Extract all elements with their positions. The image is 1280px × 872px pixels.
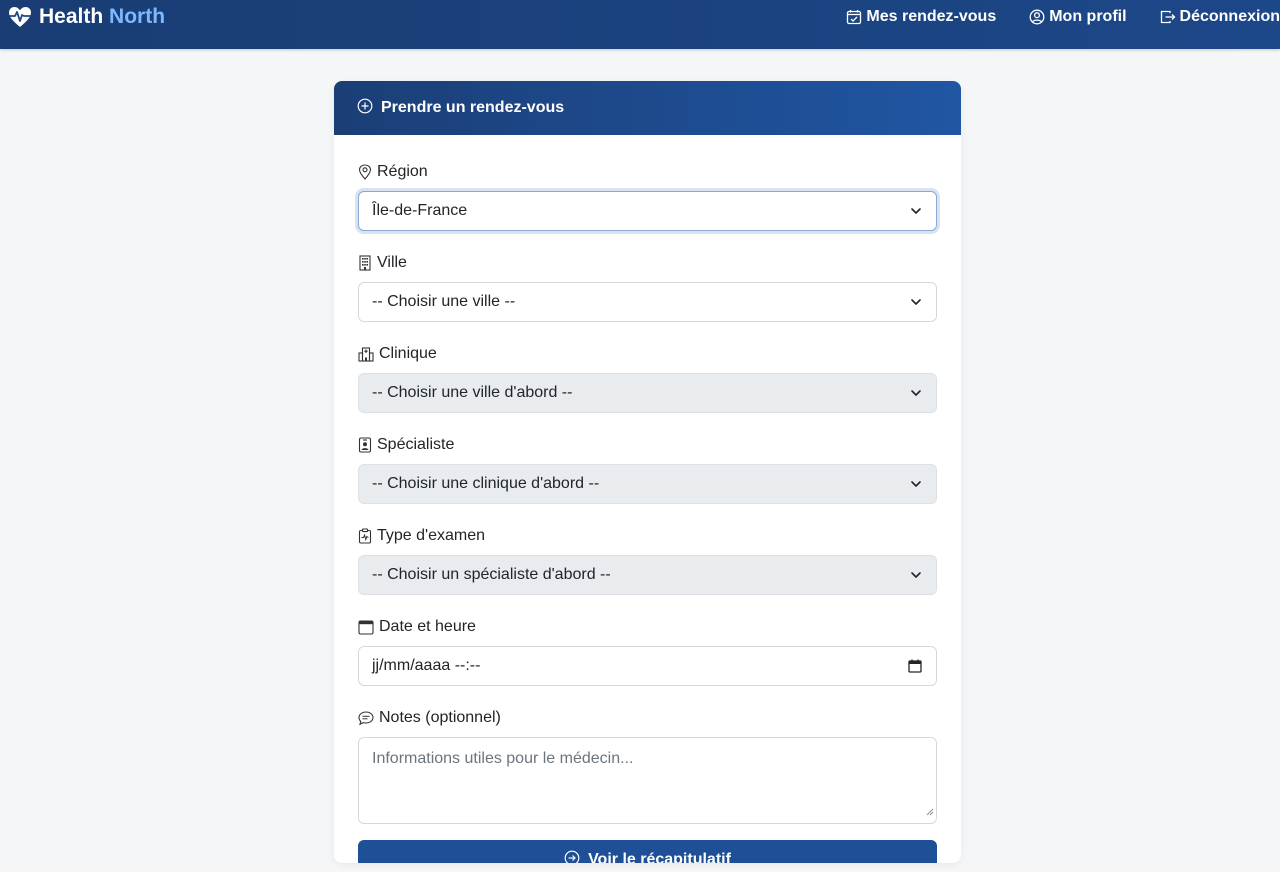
type-examen-select-value: -- Choisir un spécialiste d'abord --	[372, 566, 611, 583]
calendar-picker-icon[interactable]	[908, 659, 922, 673]
appointment-card: Prendre un rendez-vous Région Île-de-Fra…	[334, 81, 961, 863]
region-select[interactable]: Île-de-France	[358, 191, 937, 231]
notes-group: Notes (optionnel) Informations utiles po…	[358, 706, 937, 824]
clinique-select-value: -- Choisir une ville d'abord --	[372, 384, 573, 401]
nav-links: Mes rendez-vous Mon profil Déconnexion	[813, 5, 1280, 29]
specialiste-label: Spécialiste	[358, 433, 937, 457]
type-examen-select[interactable]: -- Choisir un spécialiste d'abord --	[358, 555, 937, 595]
calendar-check-icon	[846, 9, 862, 25]
date-time-value: jj/mm/aaaa --:--	[372, 657, 481, 674]
geo-alt-icon	[358, 164, 372, 180]
nav-mes-rendez-vous-label: Mes rendez-vous	[866, 8, 997, 25]
region-label-text: Région	[377, 163, 428, 180]
nav-deconnexion[interactable]: Déconnexion	[1160, 8, 1280, 26]
specialiste-group: Spécialiste -- Choisir une clinique d'ab…	[358, 433, 937, 504]
brand-name-health: Health	[39, 5, 104, 28]
notes-textarea[interactable]: Informations utiles pour le médecin...	[358, 737, 937, 824]
person-badge-icon	[358, 437, 372, 453]
chevron-down-icon	[910, 205, 922, 217]
date-label-text: Date et heure	[379, 618, 476, 635]
date-label: Date et heure	[358, 615, 937, 639]
card-title: Prendre un rendez-vous	[381, 99, 565, 116]
clinique-label: Clinique	[358, 342, 937, 366]
chevron-down-icon	[910, 569, 922, 581]
chevron-down-icon	[910, 296, 922, 308]
clinique-group: Clinique -- Choisir une ville d'abord --	[358, 342, 937, 413]
specialiste-label-text: Spécialiste	[377, 436, 455, 453]
clinique-label-text: Clinique	[379, 345, 437, 362]
type-examen-group: Type d'examen -- Choisir un spécialiste …	[358, 524, 937, 595]
heart-pulse-icon	[8, 6, 32, 28]
navbar: Health North Mes rendez-vous Mon profil …	[0, 0, 1280, 49]
clinique-select[interactable]: -- Choisir une ville d'abord --	[358, 373, 937, 413]
type-examen-label-text: Type d'examen	[377, 527, 486, 544]
ville-group: Ville -- Choisir une ville --	[358, 251, 937, 322]
notes-label: Notes (optionnel)	[358, 706, 937, 730]
ville-select[interactable]: -- Choisir une ville --	[358, 282, 937, 322]
voir-recapitulatif-button[interactable]: Voir le récapitulatif	[358, 840, 937, 863]
resize-grip-icon[interactable]	[926, 803, 934, 821]
nav-deconnexion-label: Déconnexion	[1179, 8, 1280, 25]
building-icon	[358, 255, 372, 271]
box-arrow-right-icon	[1160, 9, 1176, 25]
ville-select-value: -- Choisir une ville --	[372, 293, 516, 310]
date-time-input[interactable]: jj/mm/aaaa --:--	[358, 646, 937, 686]
nav-mes-rendez-vous[interactable]: Mes rendez-vous	[846, 8, 996, 26]
specialiste-select-value: -- Choisir une clinique d'abord --	[372, 475, 600, 492]
voir-recapitulatif-label: Voir le récapitulatif	[588, 851, 731, 863]
chat-icon	[358, 710, 374, 726]
clipboard-pulse-icon	[358, 528, 372, 544]
brand-logo[interactable]: Health North	[8, 4, 165, 30]
nav-mon-profil-label: Mon profil	[1049, 8, 1127, 25]
brand-name-north: North	[109, 5, 166, 28]
appointment-form: Région Île-de-France Ville -- Choisir un…	[334, 135, 961, 863]
arrow-right-circle-icon	[564, 850, 580, 863]
person-circle-icon	[1029, 9, 1045, 25]
region-group: Région Île-de-France	[358, 160, 937, 231]
plus-circle-icon	[357, 98, 373, 119]
chevron-down-icon	[910, 387, 922, 399]
type-examen-label: Type d'examen	[358, 524, 937, 548]
specialiste-select[interactable]: -- Choisir une clinique d'abord --	[358, 464, 937, 504]
hospital-icon	[358, 346, 374, 362]
card-header: Prendre un rendez-vous	[334, 81, 961, 135]
date-group: Date et heure jj/mm/aaaa --:--	[358, 615, 937, 686]
nav-mon-profil[interactable]: Mon profil	[1029, 8, 1127, 26]
ville-label-text: Ville	[377, 254, 407, 271]
chevron-down-icon	[910, 478, 922, 490]
calendar-icon	[358, 619, 374, 635]
ville-label: Ville	[358, 251, 937, 275]
notes-placeholder: Informations utiles pour le médecin...	[372, 750, 634, 767]
notes-label-text: Notes (optionnel)	[379, 709, 501, 726]
region-label: Région	[358, 160, 937, 184]
region-select-value: Île-de-France	[372, 202, 468, 219]
